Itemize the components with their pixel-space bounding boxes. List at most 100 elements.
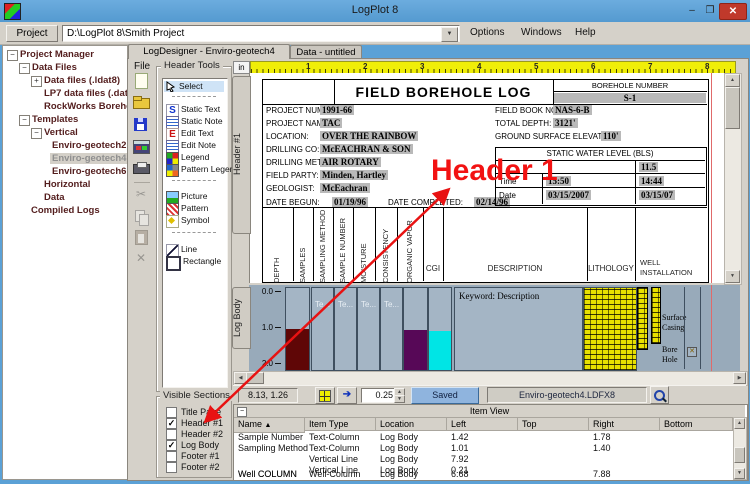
table-cell[interactable]: 1.40 [589, 443, 611, 453]
save-button[interactable] [132, 116, 151, 134]
table-cell[interactable]: Text-Column [305, 432, 360, 442]
table-cell[interactable]: Well COLUMN [234, 469, 297, 479]
logbody-lithology-pattern-column[interactable] [583, 287, 637, 371]
tree-expander-icon[interactable]: − [19, 63, 30, 74]
col-header-location[interactable]: Location [376, 418, 447, 431]
checkbox-icon[interactable] [166, 407, 177, 418]
table-cell[interactable]: Vertical Line [305, 454, 358, 464]
checkbox-header-2[interactable]: Header #2 [166, 429, 223, 440]
tool-symbol[interactable]: Symbol [164, 215, 209, 226]
scroll-right-button[interactable]: ▶ [733, 372, 746, 384]
copy-button[interactable] [132, 208, 151, 226]
table-cell[interactable]: Well-Column [305, 469, 360, 479]
col-header-bottom[interactable]: Bottom [660, 418, 733, 431]
combo-dropdown-button[interactable]: ▼ [441, 27, 458, 42]
header1-section-tab[interactable]: Header #1 [232, 76, 251, 234]
table-cell[interactable]: Text-Column [305, 443, 360, 453]
step-down-button[interactable]: ▼ [394, 395, 405, 403]
scroll-down-button[interactable]: ▼ [725, 270, 740, 283]
new-template-button[interactable] [132, 72, 151, 90]
field-value[interactable]: McEACHRAN & SON [320, 144, 413, 154]
display-log-button[interactable] [132, 138, 151, 156]
tool-pattern[interactable]: Pattern [164, 203, 208, 214]
logbody-section-tab[interactable]: Log Body [232, 287, 251, 349]
scroll-up-button[interactable]: ▲ [725, 74, 740, 87]
table-cell[interactable]: 7.88 [589, 469, 611, 479]
field-value[interactable]: OVER THE RAINBOW [320, 131, 418, 141]
col-header-item-type[interactable]: Item Type [305, 418, 376, 431]
grid-step-input[interactable]: 0.25 [361, 388, 396, 403]
table-cell[interactable]: Log Body [376, 443, 418, 453]
well-casing-bar[interactable] [651, 287, 661, 344]
tool-line[interactable]: Line [164, 244, 197, 255]
snap-arrow-button[interactable]: ➔ [337, 387, 357, 404]
horizontal-scrollbar[interactable] [233, 371, 748, 386]
table-cell[interactable]: 1.78 [589, 432, 611, 442]
checkbox-icon[interactable] [166, 462, 177, 473]
table-cell[interactable]: Log Body [376, 454, 418, 464]
scrollbar-thumb[interactable] [246, 372, 264, 384]
tree-item-lp7-data-files[interactable]: LP7 data files (.dat) [44, 87, 131, 100]
tree-expander-icon[interactable]: − [31, 128, 42, 139]
print-button[interactable] [132, 161, 151, 179]
field-value[interactable]: NAS-6-B [553, 105, 592, 115]
logbody-text-column[interactable]: Te... [357, 287, 380, 371]
table-cell[interactable]: 1.01 [447, 443, 469, 453]
cut-button[interactable]: ✂ [132, 186, 150, 204]
checkbox-icon[interactable]: ✓ [166, 418, 177, 429]
paste-button[interactable] [132, 229, 151, 247]
logbody-text-column[interactable]: Te... [311, 287, 334, 371]
grid-toggle-button[interactable] [315, 387, 335, 404]
checkbox-icon[interactable] [166, 451, 177, 462]
water-date-1[interactable]: 03/15/2007 [546, 190, 591, 200]
checkbox-icon[interactable]: ✓ [166, 440, 177, 451]
logbody-column-lithology-bar[interactable] [285, 287, 310, 371]
tree-expander-icon[interactable]: − [7, 50, 18, 61]
scroll-up-button[interactable]: ▲ [734, 418, 745, 429]
col-header-top[interactable]: Top [518, 418, 589, 431]
col-header-left[interactable]: Left [447, 418, 518, 431]
tool-select[interactable]: Select [164, 81, 224, 92]
project-button[interactable]: Project [6, 25, 58, 42]
col-header-name[interactable]: Name ▲ [234, 418, 305, 433]
logbody-text-column[interactable]: Te... [334, 287, 357, 371]
tab-data-untitled[interactable]: Data - untitled [290, 45, 362, 59]
logbody-bar-column[interactable] [403, 287, 428, 371]
field-value[interactable]: TAC [320, 118, 342, 128]
field-value[interactable]: Minden, Hartley [320, 170, 388, 180]
water-date-2[interactable]: 03/15/07 [639, 190, 675, 200]
logbody-vertical-line[interactable] [700, 287, 701, 369]
table-cell[interactable]: Log Body [376, 469, 418, 479]
tool-rectangle[interactable]: Rectangle [164, 256, 221, 267]
tool-pattern-legend[interactable]: Pattern Legend [164, 164, 239, 175]
checkbox-icon[interactable] [166, 429, 177, 440]
field-value[interactable]: 1991-66 [320, 105, 354, 115]
tab-logdesigner[interactable]: LogDesigner - Enviro-geotech4 [128, 44, 290, 59]
table-cell[interactable]: 7.92 [447, 454, 469, 464]
field-value[interactable]: AIR ROTARY [320, 157, 381, 167]
logbody-description-column[interactable]: Keyword: Description [454, 287, 583, 371]
checkbox-footer-2[interactable]: Footer #2 [166, 462, 220, 473]
table-cell[interactable]: Sampling Method [234, 443, 308, 453]
scrollbar-thumb[interactable] [725, 87, 740, 129]
tree-expander-icon[interactable]: + [31, 76, 42, 87]
project-path-combobox[interactable]: D:\LogPlot 8\Smith Project ▼ [62, 25, 460, 42]
zoom-button[interactable] [650, 386, 669, 404]
field-value[interactable]: 3121' [553, 118, 578, 128]
menu-windows[interactable]: Windows [521, 27, 562, 38]
field-value[interactable]: McEachran [320, 183, 370, 193]
scrollbar-thumb[interactable] [734, 447, 745, 463]
saved-status-button[interactable]: Saved [411, 387, 479, 404]
menu-help[interactable]: Help [575, 27, 596, 38]
table-cell[interactable]: Sample Number [234, 432, 303, 442]
checkbox-title-page[interactable]: Title Page [166, 407, 221, 418]
maximize-button[interactable]: ❐ [701, 3, 719, 18]
table-cell[interactable]: 6.68 [447, 469, 469, 479]
designer-menu-file[interactable]: File [134, 61, 150, 72]
checkbox-header-1[interactable]: ✓Header #1 [166, 418, 223, 429]
table-cell[interactable]: 1.42 [447, 432, 469, 442]
tree-expander-icon[interactable]: − [19, 115, 30, 126]
water-time-1[interactable]: 15:50 [546, 176, 571, 186]
logbody-vertical-line[interactable] [684, 287, 685, 369]
tool-edit-note[interactable]: Edit Note [164, 140, 216, 151]
